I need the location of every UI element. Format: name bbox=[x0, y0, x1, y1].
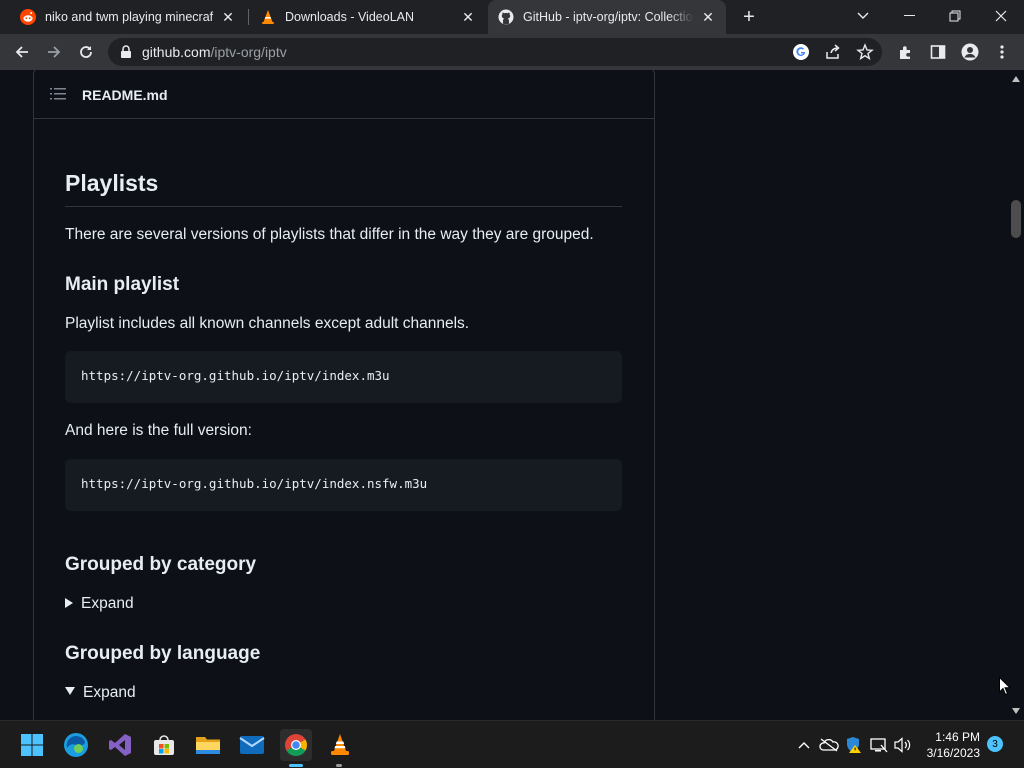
taskbar: 1:46 PM 3/16/2023 bbox=[0, 720, 1024, 768]
notification-badge[interactable]: 3 bbox=[987, 736, 1003, 752]
caret-right-icon bbox=[65, 598, 73, 608]
volume-icon[interactable] bbox=[892, 735, 914, 755]
tab-title: GitHub - iptv-org/iptv: Collection bbox=[523, 10, 694, 24]
start-icon[interactable] bbox=[16, 729, 48, 761]
tab-github[interactable]: GitHub - iptv-org/iptv: Collection ✕ bbox=[488, 0, 726, 34]
url-host: github.com bbox=[142, 44, 211, 60]
store-icon[interactable] bbox=[148, 729, 180, 761]
readme-title[interactable]: README.md bbox=[82, 87, 168, 103]
playlists-heading: Playlists bbox=[65, 170, 159, 196]
caret-down-icon bbox=[65, 687, 75, 695]
clock[interactable]: 1:46 PM 3/16/2023 bbox=[927, 729, 980, 761]
code-block-main[interactable]: https://iptv-org.github.io/iptv/index.m3… bbox=[65, 351, 622, 403]
close-window-icon[interactable] bbox=[978, 0, 1024, 32]
new-tab-button[interactable]: + bbox=[737, 5, 761, 29]
github-icon bbox=[498, 9, 514, 25]
readme-header: README.md bbox=[34, 70, 654, 119]
restore-icon[interactable] bbox=[932, 0, 978, 32]
language-expand-toggle[interactable]: Expand bbox=[65, 684, 136, 702]
menu-kebab-icon[interactable] bbox=[988, 34, 1016, 70]
active-app-indicator bbox=[289, 764, 303, 767]
vlc-icon[interactable] bbox=[324, 729, 356, 761]
chevron-up-icon[interactable] bbox=[794, 735, 814, 755]
reload-icon[interactable] bbox=[72, 34, 100, 70]
onedrive-offline-icon[interactable] bbox=[818, 735, 840, 755]
security-shield-icon[interactable] bbox=[842, 735, 864, 755]
close-tab-icon[interactable]: ✕ bbox=[220, 9, 236, 26]
scroll-up-arrow-icon[interactable] bbox=[1012, 76, 1020, 82]
clock-time: 1:46 PM bbox=[935, 730, 980, 744]
back-icon[interactable] bbox=[8, 34, 36, 70]
page-scrollbar[interactable] bbox=[1008, 70, 1024, 720]
scroll-down-arrow-icon[interactable] bbox=[1012, 708, 1020, 714]
forward-icon[interactable] bbox=[40, 34, 68, 70]
clock-date: 3/16/2023 bbox=[926, 746, 980, 760]
full-playlist-url[interactable]: https://iptv-org.github.io/iptv/index.ns… bbox=[81, 476, 427, 491]
tab-videolan[interactable]: Downloads - VideoLAN ✕ bbox=[250, 0, 486, 34]
tab-title: Downloads - VideoLAN bbox=[285, 10, 415, 24]
bookmark-star-icon[interactable] bbox=[856, 43, 874, 66]
url-text: github.com/iptv-org/iptv bbox=[142, 44, 287, 60]
tab-separator bbox=[248, 9, 249, 25]
side-panel-icon[interactable] bbox=[924, 34, 952, 70]
file-explorer-icon[interactable] bbox=[192, 729, 224, 761]
edge-icon[interactable] bbox=[60, 729, 92, 761]
share-icon[interactable] bbox=[824, 43, 842, 66]
close-tab-icon[interactable]: ✕ bbox=[460, 9, 476, 26]
lock-icon[interactable] bbox=[120, 45, 132, 64]
main-playlist-description: Playlist includes all known channels exc… bbox=[65, 315, 470, 332]
category-expand-toggle[interactable]: Expand bbox=[65, 595, 134, 613]
mouse-cursor-icon bbox=[999, 677, 1011, 696]
full-version-text: And here is the full version: bbox=[65, 422, 252, 439]
minimize-icon[interactable] bbox=[886, 0, 932, 32]
playlists-intro: There are several versions of playlists … bbox=[65, 226, 594, 243]
mail-icon[interactable] bbox=[236, 729, 268, 761]
grouped-by-category-heading: Grouped by category bbox=[65, 554, 257, 575]
chrome-icon[interactable] bbox=[280, 729, 312, 761]
code-block-full[interactable]: https://iptv-org.github.io/iptv/index.ns… bbox=[65, 459, 622, 511]
google-icon[interactable] bbox=[792, 43, 810, 66]
network-icon[interactable] bbox=[868, 735, 890, 755]
expand-label: Expand bbox=[81, 595, 134, 612]
main-playlist-heading: Main playlist bbox=[65, 274, 180, 295]
extensions-icon[interactable] bbox=[892, 34, 920, 70]
running-app-indicator bbox=[336, 764, 342, 767]
tab-strip: niko and twm playing minecraf : o ✕ Down… bbox=[0, 0, 1024, 34]
list-outline-icon[interactable] bbox=[50, 87, 66, 106]
tab-reddit[interactable]: niko and twm playing minecraf : o ✕ bbox=[10, 0, 246, 34]
scroll-thumb[interactable] bbox=[1011, 200, 1021, 238]
heading-divider bbox=[65, 206, 622, 207]
close-tab-icon[interactable]: ✕ bbox=[700, 9, 716, 26]
tab-title: niko and twm playing minecraf : o bbox=[45, 10, 214, 24]
expand-label: Expand bbox=[83, 684, 136, 701]
profile-icon[interactable] bbox=[956, 34, 984, 70]
tab-search-icon[interactable] bbox=[840, 0, 886, 32]
web-page: README.md Playlists There are several ve… bbox=[0, 70, 1008, 720]
url-path: /iptv-org/iptv bbox=[210, 44, 287, 60]
main-playlist-url[interactable]: https://iptv-org.github.io/iptv/index.m3… bbox=[81, 368, 390, 383]
address-bar[interactable]: github.com/iptv-org/iptv bbox=[108, 38, 882, 66]
browser-toolbar: github.com/iptv-org/iptv bbox=[0, 34, 1024, 70]
vlc-cone-icon bbox=[260, 9, 276, 25]
grouped-by-language-heading: Grouped by language bbox=[65, 643, 261, 664]
reddit-icon bbox=[20, 9, 36, 25]
visual-studio-icon[interactable] bbox=[104, 729, 136, 761]
